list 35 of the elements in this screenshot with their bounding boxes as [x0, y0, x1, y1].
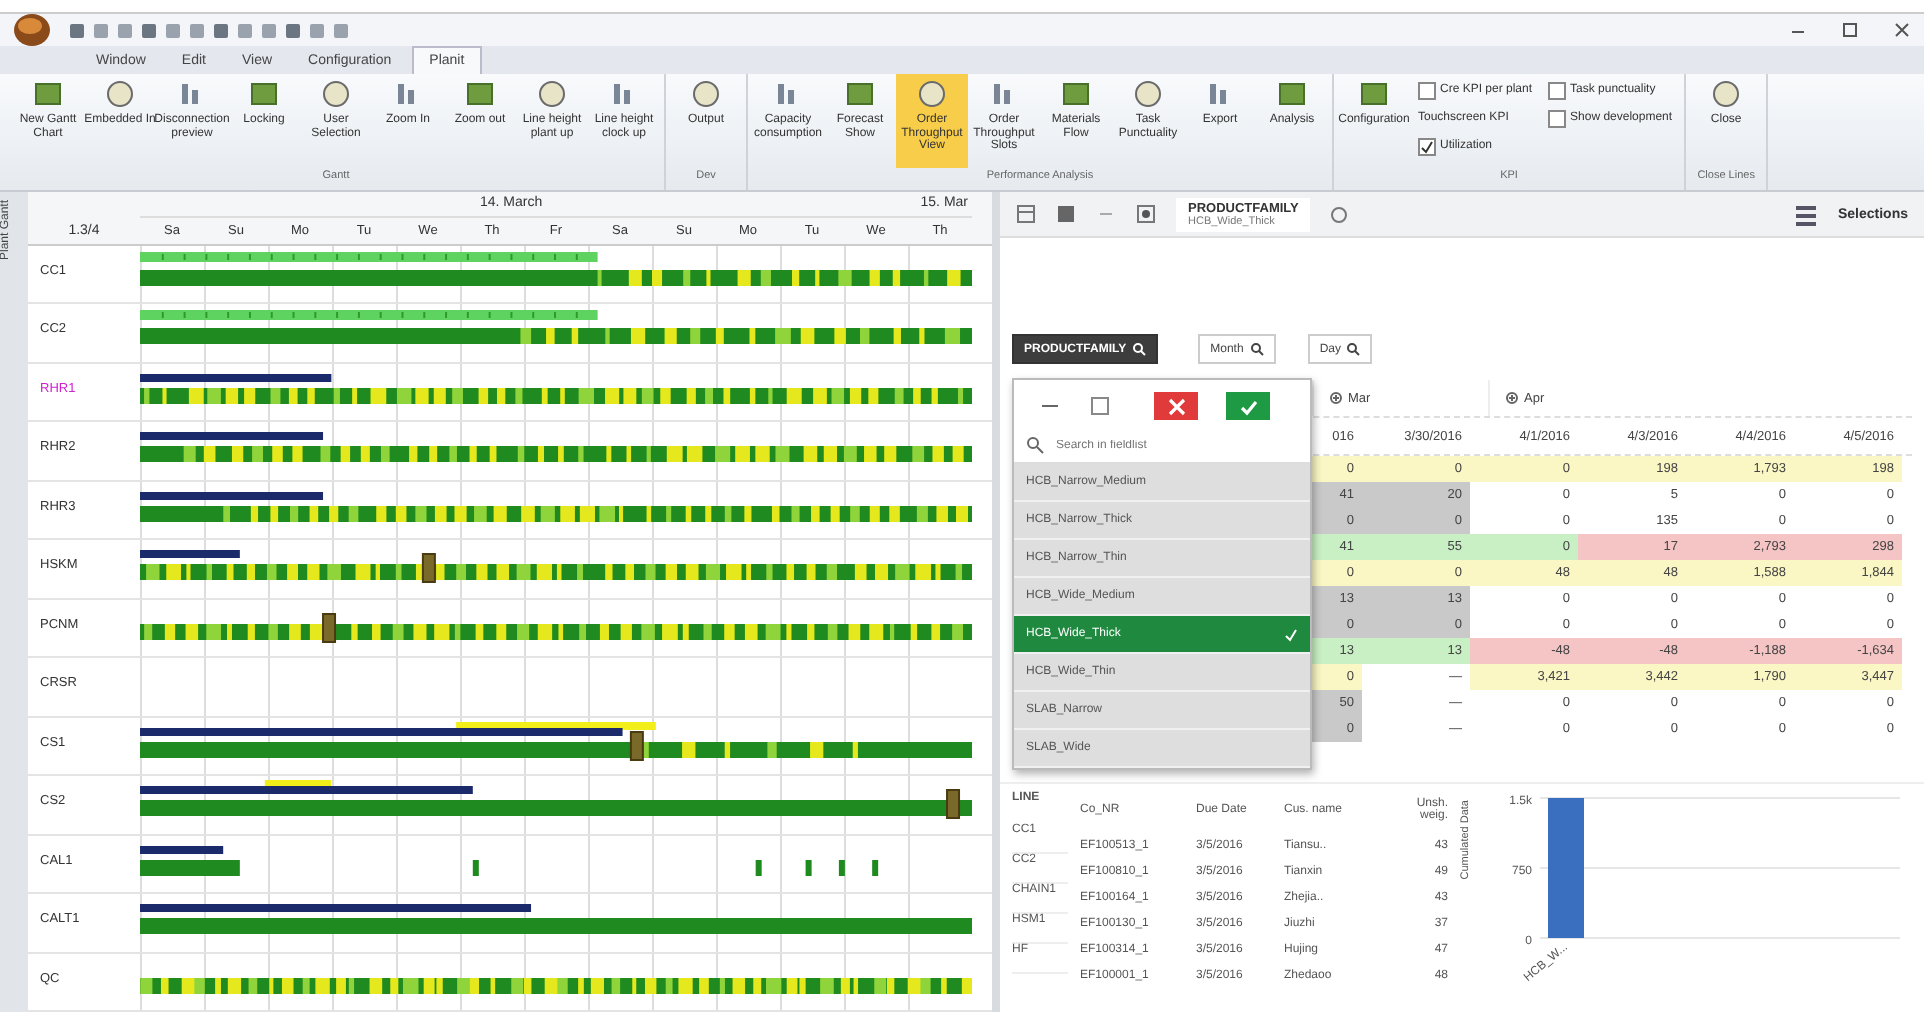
search-icon	[1132, 342, 1147, 356]
checkbox[interactable]	[1418, 137, 1436, 155]
tool-icon	[844, 78, 876, 110]
tool-icon	[1358, 78, 1390, 110]
tool-icon	[536, 78, 568, 110]
tool-icon	[248, 78, 280, 110]
checkbox-icon[interactable]	[1090, 396, 1110, 416]
restore-icon[interactable]	[1840, 20, 1860, 40]
tool-icon	[916, 78, 948, 110]
checkbox[interactable]	[1548, 109, 1567, 127]
list-icon	[1793, 203, 1818, 225]
expand-icon[interactable]	[1330, 392, 1342, 404]
tool-icon	[1276, 78, 1308, 110]
tool-icon	[1710, 78, 1743, 110]
tool-icon	[32, 78, 64, 110]
cancel-button[interactable]	[1154, 392, 1198, 420]
expand-icon[interactable]	[1506, 392, 1518, 404]
check-icon	[1420, 139, 1434, 153]
tool-icon	[1060, 78, 1092, 110]
checkbox[interactable]	[1418, 81, 1436, 99]
checkbox[interactable]	[1548, 81, 1567, 99]
apply-button[interactable]	[1226, 392, 1270, 420]
search-icon	[1026, 436, 1044, 454]
tool-icon	[464, 78, 496, 110]
layout-icon[interactable]	[1016, 204, 1036, 224]
check-icon	[1239, 397, 1257, 415]
bar	[1548, 798, 1584, 938]
tool-icon	[1132, 78, 1164, 110]
tool-icon	[320, 78, 352, 110]
tool-icon	[690, 78, 722, 110]
search-icon	[1249, 342, 1264, 356]
app-orb-icon[interactable]	[12, 12, 52, 48]
check-icon	[1284, 627, 1298, 641]
tool-icon	[104, 78, 136, 110]
search-icon	[1346, 342, 1361, 356]
